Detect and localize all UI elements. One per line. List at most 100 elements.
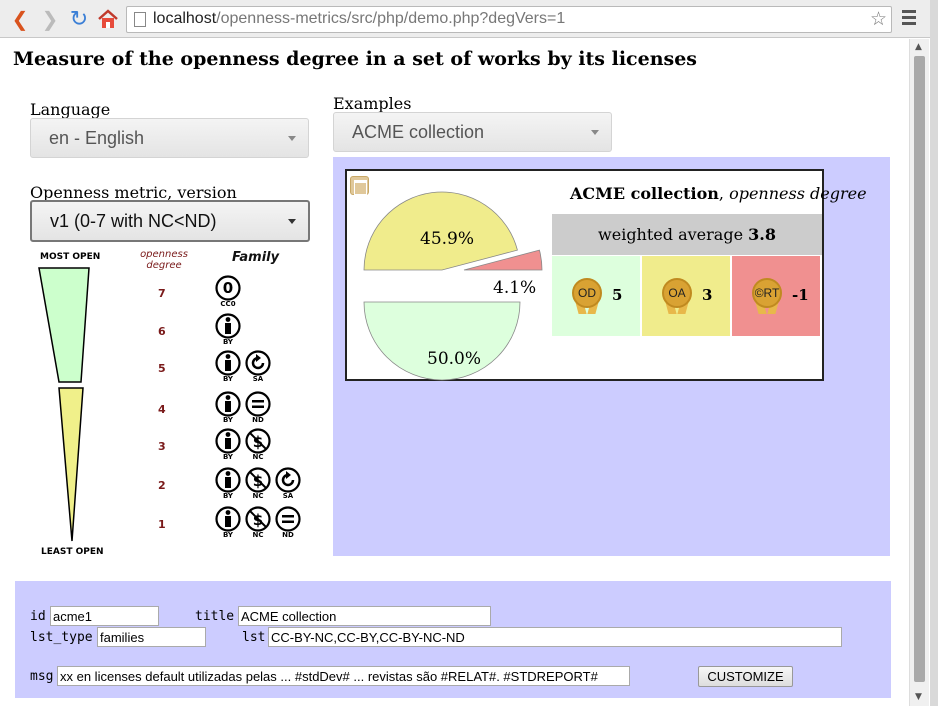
seal-cell: OA 3 bbox=[642, 256, 730, 336]
svg-text:0: 0 bbox=[223, 279, 233, 297]
cc-nd-label: ND bbox=[282, 531, 294, 539]
seal-count: -1 bbox=[792, 286, 809, 304]
chevron-down-icon bbox=[288, 219, 296, 224]
most-open-wedge bbox=[38, 267, 90, 383]
seal-cell: OD 5 bbox=[552, 256, 640, 336]
cc-nc-label: NC bbox=[252, 492, 264, 500]
seal-badge: OA bbox=[662, 278, 692, 308]
degree-4: 4 bbox=[158, 403, 166, 416]
degree-2: 2 bbox=[158, 479, 166, 492]
language-select[interactable]: en - English bbox=[30, 118, 309, 158]
seal-count: 3 bbox=[702, 286, 713, 304]
cc-nd-icon bbox=[275, 506, 301, 532]
widget-subtitle: openness degree bbox=[729, 184, 867, 203]
cc-nc-icon: $ bbox=[245, 428, 271, 454]
msg-label: msg bbox=[30, 669, 54, 684]
openness-widget: ACME collection, openness degree 45.9% 4.… bbox=[345, 169, 867, 381]
language-select-value: en - English bbox=[49, 128, 145, 148]
seal-badge: ©RT bbox=[752, 278, 782, 308]
weighted-average-value: 3.8 bbox=[748, 225, 776, 244]
cc-nc-icon: $ bbox=[245, 467, 271, 493]
cc-sa-icon bbox=[275, 467, 301, 493]
url-host: localhost bbox=[153, 10, 217, 27]
collection-name: ACME collection bbox=[570, 184, 719, 203]
scroll-down-icon[interactable]: ▼ bbox=[915, 692, 922, 702]
page-title: Measure of the openness degree in a set … bbox=[13, 48, 697, 70]
cc-cc0-label: CC0 bbox=[220, 300, 236, 308]
lst-type-input[interactable]: families bbox=[97, 627, 206, 647]
lst-input[interactable]: CC-BY-NC,CC-BY,CC-BY-NC-ND bbox=[268, 627, 842, 647]
cc-sa-label: SA bbox=[252, 375, 264, 383]
cc-by-label: BY bbox=[222, 531, 234, 539]
cc-by-icon bbox=[215, 313, 241, 339]
degree-5: 5 bbox=[158, 362, 166, 375]
cc-by-label: BY bbox=[222, 375, 234, 383]
cc-sa-icon bbox=[245, 350, 271, 376]
degree-1: 1 bbox=[158, 518, 166, 531]
examples-label: Examples bbox=[333, 94, 412, 113]
cc-nc-label: NC bbox=[252, 453, 264, 461]
home-icon[interactable] bbox=[96, 7, 120, 31]
examples-select[interactable]: ACME collection bbox=[333, 112, 612, 152]
metric-select[interactable]: v1 (0-7 with NC<ND) bbox=[30, 200, 310, 242]
page-icon bbox=[134, 12, 146, 27]
msg-input[interactable]: xx en licenses default utilizadas pelas … bbox=[57, 666, 630, 686]
reload-icon[interactable]: ↻ bbox=[67, 7, 91, 32]
cc-nc-label: NC bbox=[252, 531, 264, 539]
chevron-down-icon bbox=[591, 130, 599, 135]
browser-toolbar: ❮ ❯ ↻ localhost/openness-metrics/src/php… bbox=[0, 0, 930, 38]
scroll-up-icon[interactable]: ▲ bbox=[915, 42, 922, 52]
widget-title: ACME collection, openness degree bbox=[570, 184, 867, 203]
bookmark-star-icon[interactable]: ☆ bbox=[870, 8, 887, 30]
menu-icon[interactable] bbox=[902, 10, 916, 28]
title-separator: , bbox=[718, 184, 730, 203]
window-frame bbox=[930, 0, 938, 706]
language-label: Language bbox=[30, 100, 111, 119]
id-input[interactable]: acme1 bbox=[50, 606, 159, 626]
family-label: Family bbox=[232, 250, 280, 265]
cc-by-label: BY bbox=[222, 338, 234, 346]
pie-slice-label: 45.9% bbox=[420, 229, 475, 249]
customize-button[interactable]: CUSTOMIZE bbox=[698, 666, 793, 687]
degree-6: 6 bbox=[158, 325, 166, 338]
title-label: title bbox=[195, 609, 235, 624]
cc-by-icon bbox=[215, 506, 241, 532]
degree-3: 3 bbox=[158, 440, 166, 453]
degree-7: 7 bbox=[158, 287, 166, 300]
weighted-average: weighted average 3.8 bbox=[552, 214, 822, 255]
cc-by-label: BY bbox=[222, 416, 234, 424]
pie-slice-label: 4.1% bbox=[493, 278, 537, 298]
vertical-scrollbar[interactable]: ▲ ▼ bbox=[909, 39, 929, 706]
cc-by-icon bbox=[215, 391, 241, 417]
cc-by-icon bbox=[215, 428, 241, 454]
metric-select-value: v1 (0-7 with NC<ND) bbox=[50, 211, 217, 231]
forward-icon[interactable]: ❯ bbox=[38, 7, 62, 31]
seal-badge: OD bbox=[572, 278, 602, 308]
openness-scale-wedges bbox=[38, 267, 90, 542]
chevron-down-icon bbox=[288, 136, 296, 141]
id-label: id bbox=[30, 609, 46, 624]
cc-sa-label: SA bbox=[282, 492, 294, 500]
cc-nd-label: ND bbox=[252, 416, 264, 424]
cc-by-label: BY bbox=[222, 453, 234, 461]
pie-slice-label: 50.0% bbox=[427, 349, 482, 369]
least-open-label: LEAST OPEN bbox=[41, 547, 104, 557]
lst-label: lst bbox=[242, 630, 266, 645]
most-open-label: MOST OPEN bbox=[40, 252, 101, 262]
url-path: /openness-metrics/src/php/demo.php?degVe… bbox=[216, 10, 566, 27]
address-bar[interactable]: localhost/openness-metrics/src/php/demo.… bbox=[126, 6, 892, 33]
cc-by-icon bbox=[215, 467, 241, 493]
examples-select-value: ACME collection bbox=[352, 122, 485, 142]
cc-by-label: BY bbox=[222, 492, 234, 500]
seal-count: 5 bbox=[612, 286, 623, 304]
title-input[interactable]: ACME collection bbox=[238, 606, 491, 626]
scrollbar-thumb[interactable] bbox=[914, 56, 925, 682]
cc-nd-icon bbox=[245, 391, 271, 417]
least-open-wedge bbox=[58, 387, 84, 542]
lst-type-label: lst_type bbox=[30, 630, 93, 645]
cc-nc-icon: $ bbox=[245, 506, 271, 532]
weighted-average-label: weighted average bbox=[598, 225, 749, 244]
openness-degree-label: openness degree bbox=[140, 249, 188, 271]
back-icon[interactable]: ❮ bbox=[8, 7, 32, 31]
seal-cell: ©RT -1 bbox=[732, 256, 820, 336]
